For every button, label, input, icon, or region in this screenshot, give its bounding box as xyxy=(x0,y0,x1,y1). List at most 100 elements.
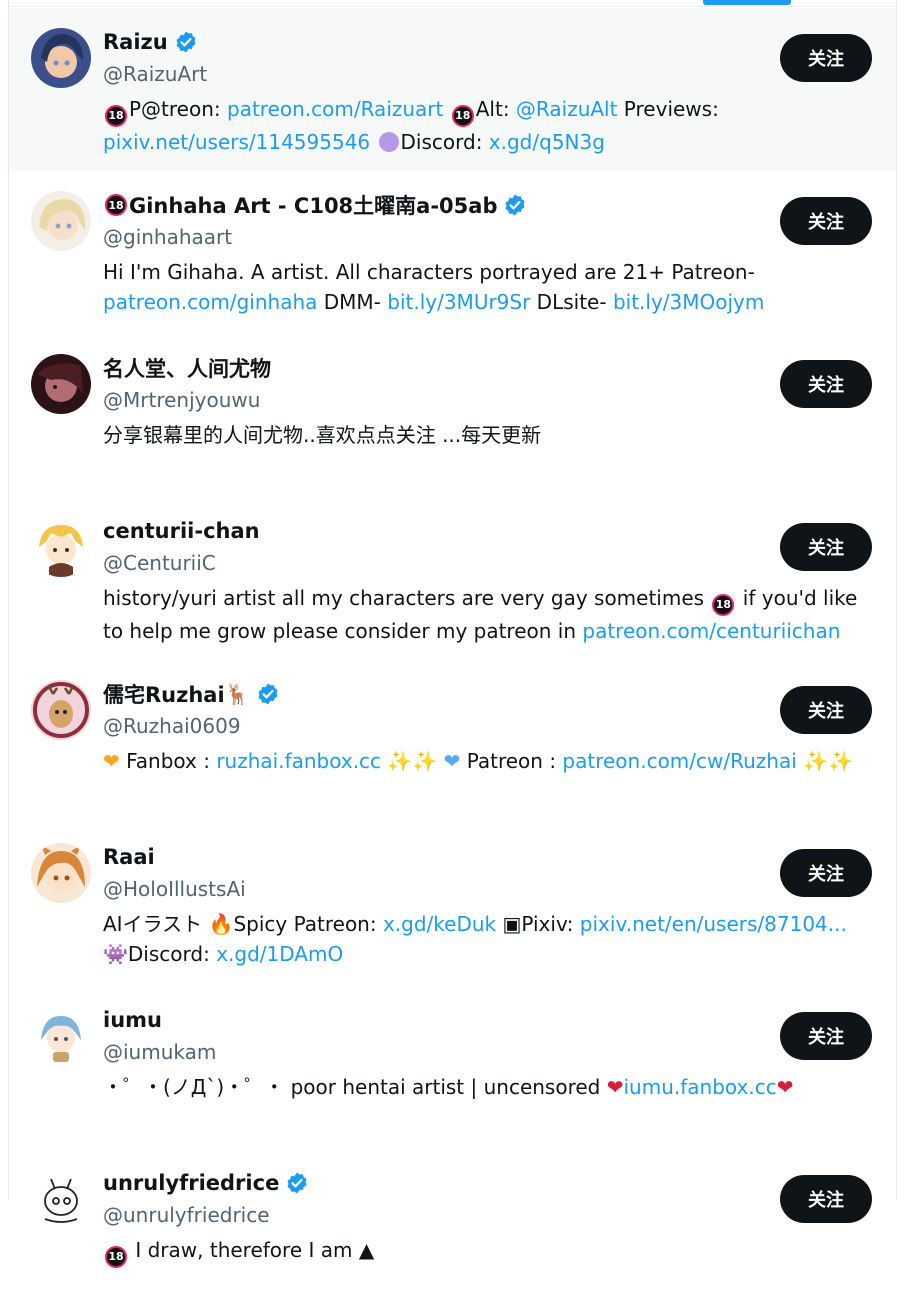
user-handle[interactable]: @unrulyfriedrice xyxy=(103,1199,753,1231)
display-name[interactable]: Ginhaha Art - C108土曜南a-05ab xyxy=(129,190,497,220)
name-line: 儒宅Ruzhai 🦌 xyxy=(103,678,753,710)
bio-text: I draw, therefore I am xyxy=(129,1238,359,1262)
verified-badge-icon xyxy=(256,682,280,706)
follow-button[interactable]: 关注 xyxy=(780,1175,872,1223)
user-bio: ・゜・(ノД`)・゜・ poor hentai artist | uncenso… xyxy=(103,1072,873,1102)
bio-link[interactable]: x.gd/q5N3g xyxy=(489,130,605,154)
bio-link[interactable]: patreon.com/cw/Ruzhai xyxy=(562,749,796,773)
display-name[interactable]: centurii-chan xyxy=(103,519,260,543)
bio-text: Hi I'm Gihaha. A artist. All characters … xyxy=(103,260,755,284)
user-handle[interactable]: @iumukam xyxy=(103,1036,753,1068)
user-list: Raizu @RaizuArt 18 P@treon: patreon.com/Rai… xyxy=(9,8,896,1312)
verified-badge-icon xyxy=(174,30,198,54)
top-divider xyxy=(9,6,896,7)
follow-suggestions-panel: Raizu @RaizuArt 18 P@treon: patreon.com/Rai… xyxy=(8,0,897,1268)
space-invader-icon: 👾 xyxy=(103,942,128,966)
user-bio: history/yuri artist all my characters ar… xyxy=(103,583,873,646)
user-info: iumu @iumukam ・゜・(ノД`)・゜・ poor hentai arti… xyxy=(103,1004,794,1102)
avatar[interactable] xyxy=(31,1169,91,1229)
follow-button[interactable]: 关注 xyxy=(780,523,872,571)
user-info: unrulyfriedrice @unrulyfriedrice 18 I draw… xyxy=(103,1167,753,1268)
bio-link[interactable]: x.gd/keDuk xyxy=(383,912,496,936)
avatar[interactable] xyxy=(31,1006,91,1066)
user-info: Raizu @RaizuArt 18 P@treon: patreon.com/Rai… xyxy=(103,26,753,157)
bio-link[interactable]: bit.ly/3MOojym xyxy=(613,290,764,314)
follow-button[interactable]: 关注 xyxy=(780,34,872,82)
rice-ball-icon: ▲ xyxy=(358,1238,375,1262)
avatar[interactable] xyxy=(31,680,91,740)
display-name[interactable]: iumu xyxy=(103,1008,162,1032)
avatar[interactable] xyxy=(31,843,91,903)
sparkles-icon: ✨ xyxy=(387,749,413,773)
name-line: Raizu xyxy=(103,26,753,58)
name-line: 18 Ginhaha Art - C108土曜南a-05ab xyxy=(103,189,753,221)
follow-button[interactable]: 关注 xyxy=(780,686,872,734)
display-name[interactable]: 名人堂、人间尤物 xyxy=(103,353,271,383)
user-bio: ❤ Fanbox : ruzhai.fanbox.cc ✨✨ ❤ Patreon… xyxy=(103,746,873,776)
avatar[interactable] xyxy=(31,354,91,414)
name-line: iumu xyxy=(103,1004,753,1036)
user-handle[interactable]: @RaizuArt xyxy=(103,58,753,90)
bio-text: Patreon : xyxy=(460,749,563,773)
name-line: 名人堂、人间尤物 xyxy=(103,352,753,384)
bio-text: Pixiv: xyxy=(521,912,580,936)
user-handle[interactable]: @CenturiiC xyxy=(103,547,753,579)
verified-badge-icon xyxy=(285,1171,309,1195)
bio-link[interactable]: pixiv.net/users/114595546 xyxy=(103,130,370,154)
user-bio: Hi I'm Gihaha. A artist. All characters … xyxy=(103,257,873,317)
user-handle[interactable]: @Ruzhai0609 xyxy=(103,710,753,742)
blue-heart-icon: ❤ xyxy=(443,749,461,773)
bio-link[interactable]: iumu.fanbox.cc xyxy=(624,1075,777,1099)
user-row[interactable]: 18 Ginhaha Art - C108土曜南a-05ab @ginhahaart… xyxy=(9,171,896,334)
sparkles-icon: ✨ xyxy=(828,749,853,773)
user-handle[interactable]: @Mrtrenjyouwu xyxy=(103,384,753,416)
bio-link[interactable]: patreon.com/centuriichan xyxy=(582,619,840,643)
deer-icon: 🦌 xyxy=(224,682,250,706)
user-info: 18 Ginhaha Art - C108土曜南a-05ab @ginhahaart… xyxy=(103,189,764,317)
bio-text: history/yuri artist all my characters ar… xyxy=(103,586,711,610)
display-name[interactable]: 儒宅Ruzhai xyxy=(103,679,225,709)
bio-link[interactable]: @RaizuAlt xyxy=(516,97,618,121)
verified-badge-icon xyxy=(503,193,527,217)
adult-18-icon: 18 xyxy=(105,1246,127,1268)
red-heart-icon: ❤ xyxy=(776,1075,794,1099)
adult-18-icon: 18 xyxy=(712,594,735,616)
picture-icon: ▣ xyxy=(502,912,522,936)
user-handle[interactable]: @HoloIllustsAi xyxy=(103,873,753,905)
purple-circle-icon xyxy=(378,132,399,152)
follow-button[interactable]: 关注 xyxy=(780,360,872,408)
user-row[interactable]: unrulyfriedrice @unrulyfriedrice 18 I draw… xyxy=(9,1149,896,1312)
user-row[interactable]: Raai @HoloIllustsAi AIイラスト 🔥Spicy Patreon:… xyxy=(9,823,896,986)
bio-text: Previews: xyxy=(617,97,719,121)
bio-text: P@treon: xyxy=(129,97,227,121)
bio-link[interactable]: pixiv.net/en/users/87104... xyxy=(580,912,847,936)
bio-link[interactable]: bit.ly/3MUr9Sr xyxy=(387,290,530,314)
avatar[interactable] xyxy=(31,191,91,251)
fire-icon: 🔥 xyxy=(208,912,234,936)
follow-button[interactable]: 关注 xyxy=(780,1012,872,1060)
bio-link[interactable]: ruzhai.fanbox.cc xyxy=(216,749,381,773)
bio-link[interactable]: patreon.com/Raizuart xyxy=(227,97,443,121)
user-row[interactable]: iumu @iumukam ・゜・(ノД`)・゜・ poor hentai arti… xyxy=(9,986,896,1149)
display-name[interactable]: unrulyfriedrice xyxy=(103,1171,279,1195)
display-name[interactable]: Raizu xyxy=(103,30,168,54)
display-name[interactable]: Raai xyxy=(103,845,155,869)
follow-button[interactable]: 关注 xyxy=(780,197,872,245)
avatar[interactable] xyxy=(31,517,91,577)
bio-link[interactable]: x.gd/1DAmO xyxy=(216,942,343,966)
bio-text: Fanbox : xyxy=(119,749,217,773)
avatar[interactable] xyxy=(31,28,91,88)
name-line: centurii-chan xyxy=(103,515,753,547)
follow-button[interactable]: 关注 xyxy=(780,849,872,897)
user-handle[interactable]: @ginhahaart xyxy=(103,221,753,253)
adult-18-icon: 18 xyxy=(105,105,127,127)
user-row[interactable]: 儒宅Ruzhai 🦌 @Ruzhai0609 ❤ Fanbox : ruzhai.fa… xyxy=(9,660,896,823)
bio-link[interactable]: patreon.com/ginhaha xyxy=(103,290,317,314)
user-row[interactable]: centurii-chan @CenturiiC history/yuri arti… xyxy=(9,497,896,660)
user-row[interactable]: Raizu @RaizuArt 18 P@treon: patreon.com/Rai… xyxy=(9,8,896,171)
bio-text xyxy=(370,130,376,154)
user-row[interactable]: 名人堂、人间尤物 @Mrtrenjyouwu 分享银幕里的人间尤物..喜欢点点关注 … xyxy=(9,334,896,497)
adult-18-icon: 18 xyxy=(451,105,474,127)
red-heart-icon: ❤ xyxy=(606,1075,624,1099)
bio-text: DMM- xyxy=(317,290,388,314)
